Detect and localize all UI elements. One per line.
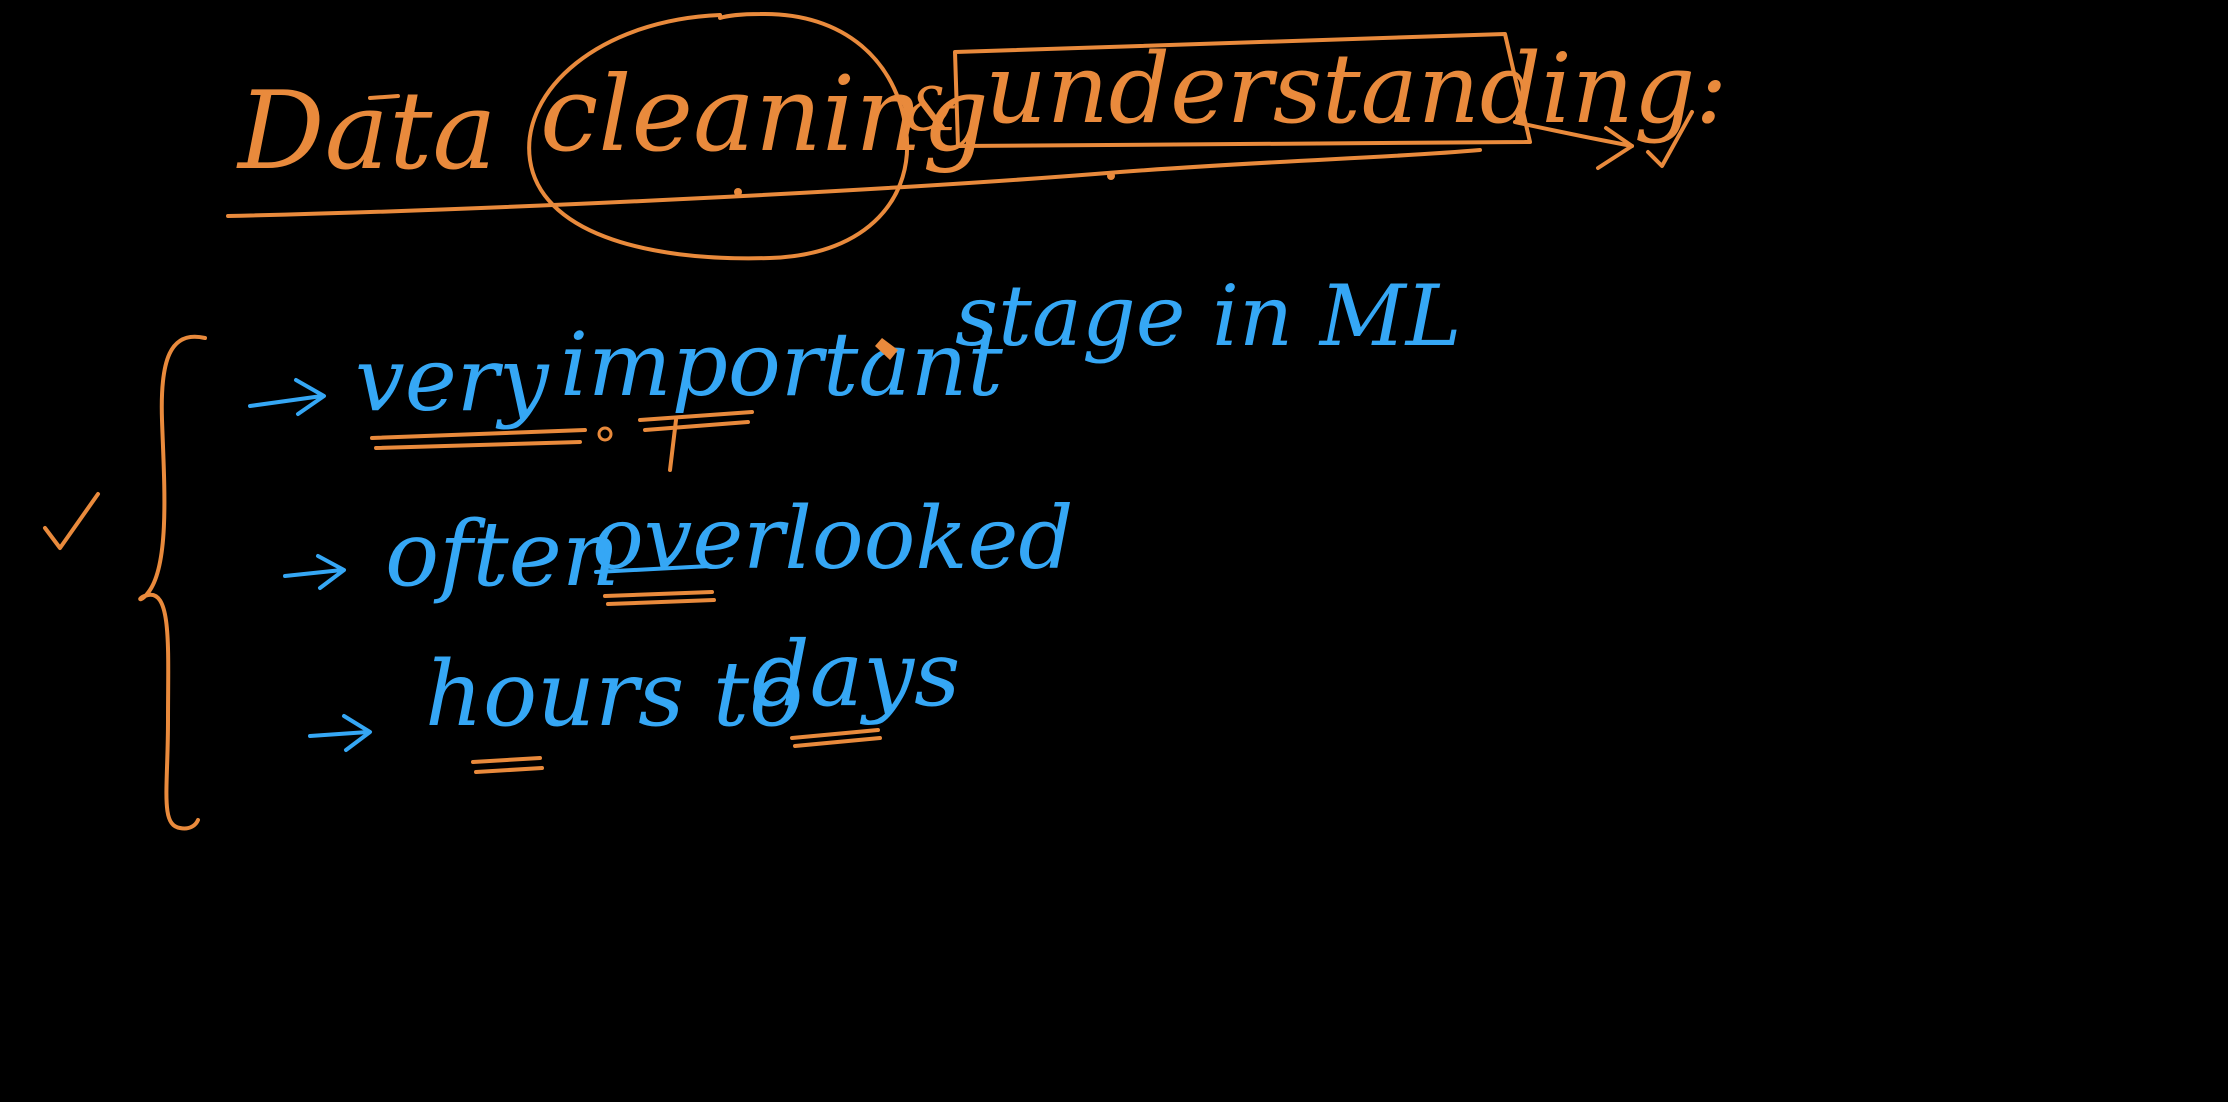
- underline-mark: [643, 420, 750, 432]
- whiteboard-canvas[interactable]: Data cleaning & understanding: very impo…: [0, 0, 2228, 1102]
- bullet-1-word-important: important: [560, 313, 1003, 416]
- bullet-item-2: often overlooked: [283, 489, 1073, 607]
- bullet-item-3: hours to days: [308, 622, 960, 774]
- underline-mark: [370, 428, 587, 440]
- title-ampersand: &: [905, 75, 958, 145]
- underline-mark: [790, 728, 880, 740]
- bullet-3-words-hours-to: hours to: [425, 642, 803, 747]
- dot-mark: [597, 426, 613, 442]
- underline-mark: [603, 590, 714, 598]
- macron-mark: [368, 94, 400, 100]
- underline-mark: [606, 598, 716, 606]
- brace-group: [43, 334, 207, 831]
- underline-mark: [793, 736, 882, 748]
- bullet-3-word-days: days: [752, 622, 960, 727]
- underline-mark: [374, 440, 582, 450]
- bullet-1-rest: stage in ML: [955, 267, 1462, 365]
- title-group: Data cleaning & understanding:: [226, 11, 1728, 261]
- bullet-2-word-often: often: [385, 502, 620, 607]
- arrow-right-icon: [283, 568, 344, 578]
- underline-mark: [474, 766, 544, 774]
- check-icon: [43, 492, 100, 550]
- underline-mark: [471, 756, 542, 764]
- title-word-understanding: understanding:: [985, 33, 1728, 145]
- bullet-1-word-very: very: [355, 328, 550, 431]
- title-word-data: Data: [236, 69, 497, 194]
- bullet-item-1: very important stage in ML: [248, 267, 1462, 472]
- curly-brace-icon: [138, 334, 207, 831]
- drawing-surface[interactable]: Data cleaning & understanding: very impo…: [0, 0, 2228, 1102]
- bullet-2-word-overlooked: overlooked: [592, 489, 1073, 589]
- dot-mark: [1107, 172, 1115, 180]
- dot-mark: [734, 188, 742, 196]
- arrow-right-icon: [308, 730, 370, 738]
